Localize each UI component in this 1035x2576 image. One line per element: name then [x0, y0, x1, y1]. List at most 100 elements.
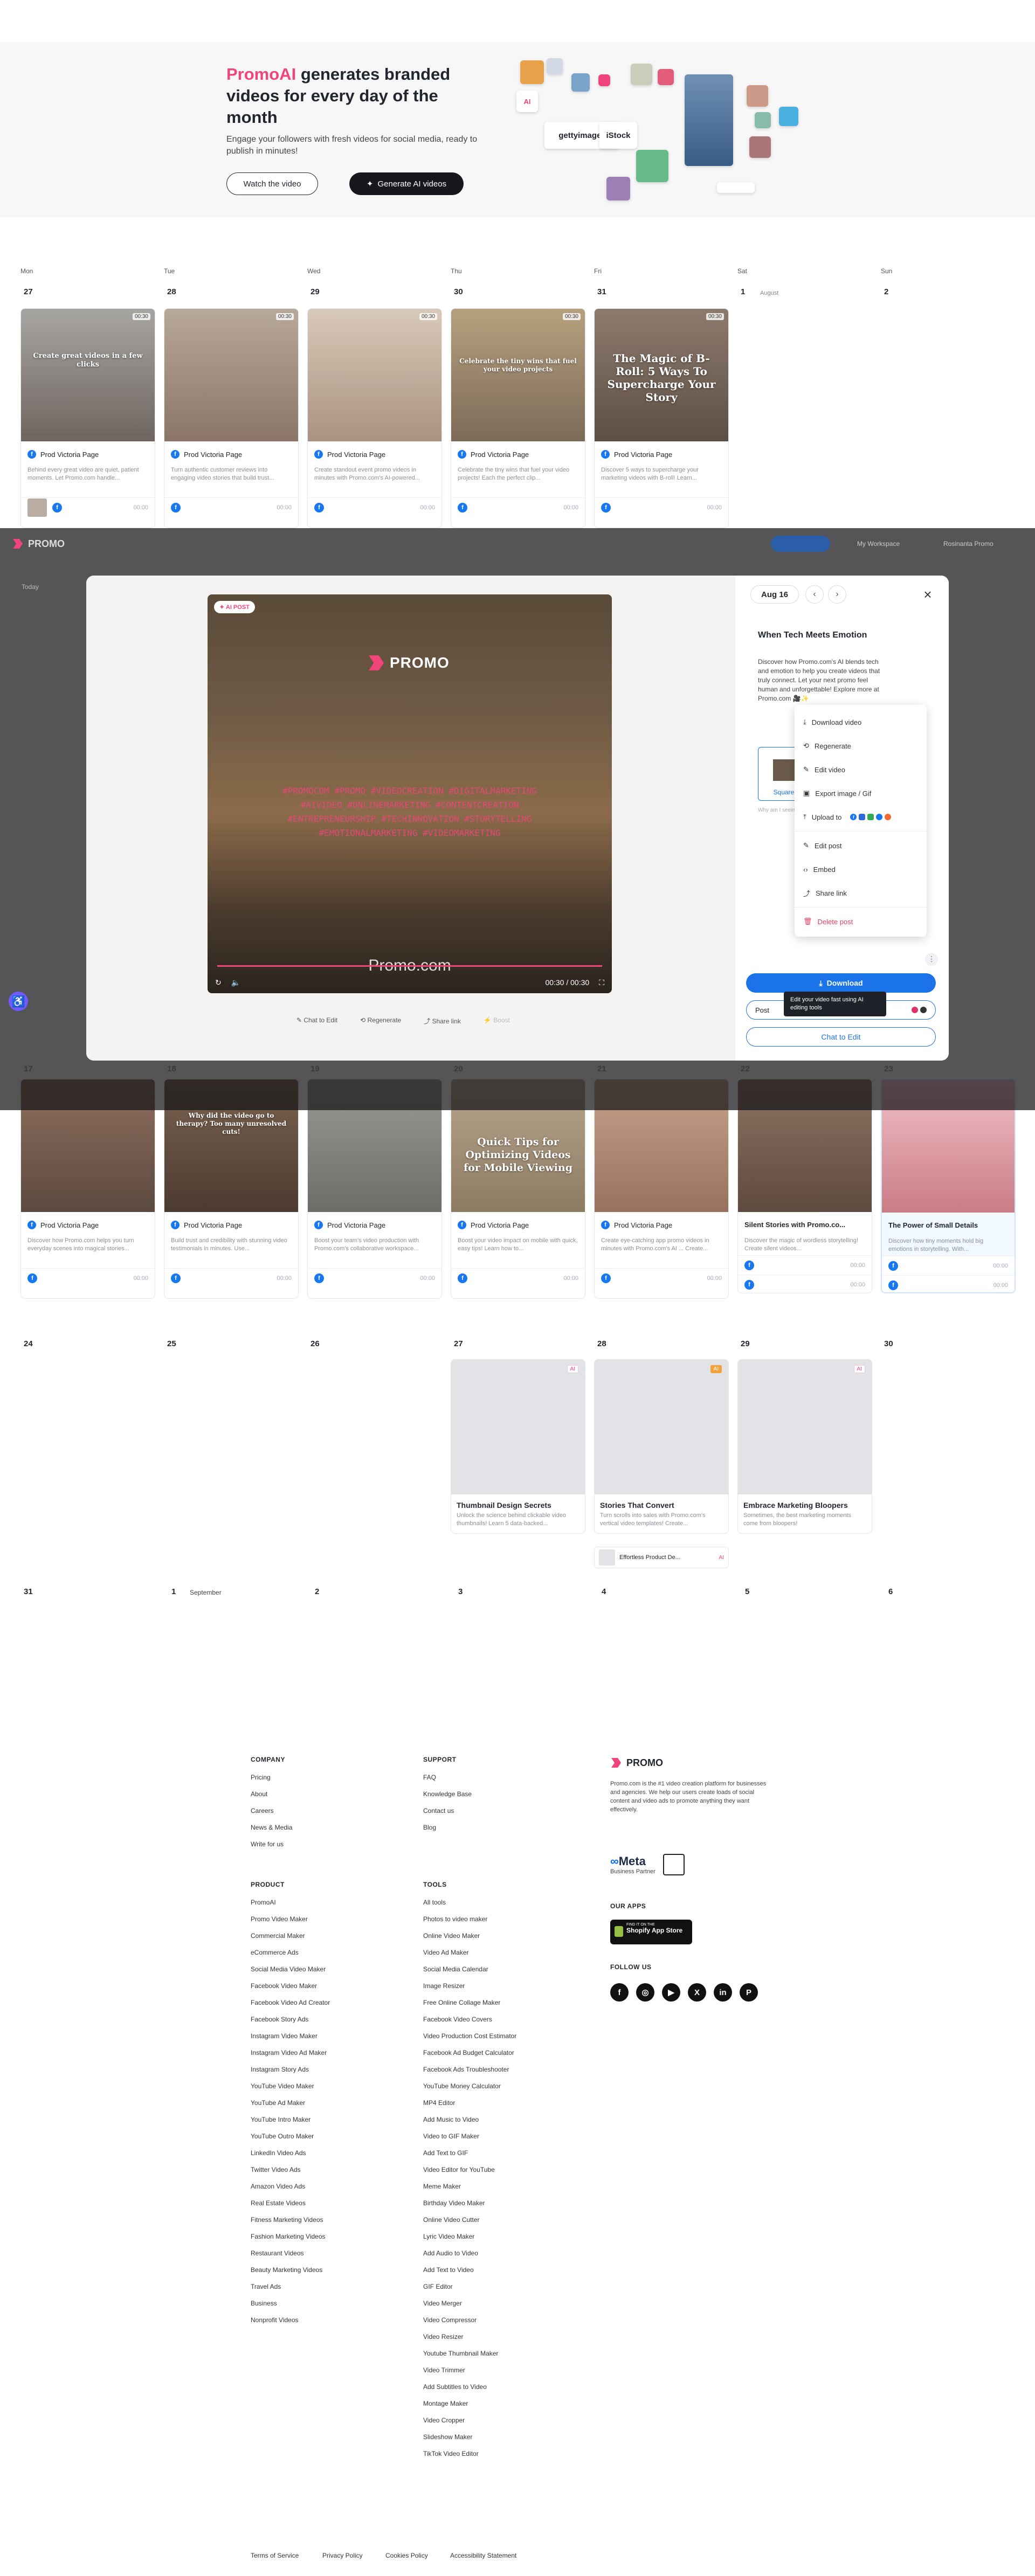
footer-link[interactable]: Knowledge Base: [423, 1786, 472, 1803]
extra-post-chip[interactable]: Effortless Product De... AI: [594, 1547, 729, 1568]
footer-link[interactable]: Promo Video Maker: [251, 1911, 330, 1928]
download-button[interactable]: ⤓ Download: [746, 973, 936, 993]
volume-icon[interactable]: 🔈: [231, 978, 240, 987]
watch-video-button[interactable]: Watch the video: [226, 172, 318, 195]
video-player[interactable]: ✦ AI POST PROMO #PROMOCOM #PROMO #VIDEOC…: [208, 594, 612, 993]
footer-link[interactable]: Image Resizer: [423, 1978, 516, 1995]
workspace-selector[interactable]: My Workspace: [857, 540, 900, 548]
regenerate-item[interactable]: ⟲ Regenerate: [795, 734, 927, 758]
post-card[interactable]: Quick Tips for Optimizing Videos for Mob…: [451, 1079, 585, 1299]
post-card[interactable]: f Prod Victoria Page Boost your team's vi…: [307, 1079, 442, 1299]
modal-backdrop[interactable]: PROMO My Workspace Rosinanta Promo Today…: [0, 528, 1035, 1110]
footer-link[interactable]: Add Audio to Video: [423, 2245, 516, 2262]
footer-link[interactable]: Instagram Video Maker: [251, 2028, 330, 2045]
footer-link[interactable]: Facebook Ad Budget Calculator: [423, 2045, 516, 2061]
footer-link[interactable]: About: [251, 1786, 292, 1803]
footer-link[interactable]: Add Text to Video: [423, 2262, 516, 2279]
prev-post-chevron-icon[interactable]: ‹: [805, 585, 824, 604]
upload-to-item[interactable]: ⤒ Upload to f: [795, 805, 927, 829]
embed-item[interactable]: ‹› Embed: [795, 857, 927, 881]
footer-link[interactable]: Facebook Video Ad Creator: [251, 1995, 330, 2011]
footer-link[interactable]: Birthday Video Maker: [423, 2195, 516, 2212]
footer-link[interactable]: Online Video Maker: [423, 1928, 516, 1944]
replay-icon[interactable]: ↻: [215, 978, 222, 987]
footer-link[interactable]: Video Resizer: [423, 2329, 516, 2345]
footer-link[interactable]: PromoAI: [251, 1894, 330, 1911]
video-progress-bar[interactable]: [217, 965, 602, 967]
footer-link[interactable]: Meme Maker: [423, 2178, 516, 2195]
post-card[interactable]: Why did the video go to therapy? Too man…: [164, 1079, 299, 1299]
footer-link[interactable]: Restaurant Videos: [251, 2245, 330, 2262]
footer-link[interactable]: Fitness Marketing Videos: [251, 2212, 330, 2228]
privacy-link[interactable]: Privacy Policy: [322, 2552, 363, 2559]
footer-link[interactable]: Slideshow Maker: [423, 2429, 516, 2446]
footer-link[interactable]: Video Merger: [423, 2295, 516, 2312]
post-card[interactable]: f Prod Victoria Page Discover how Promo.c…: [20, 1079, 155, 1299]
footer-link[interactable]: YouTube Money Calculator: [423, 2078, 516, 2095]
footer-link[interactable]: Video Ad Maker: [423, 1944, 516, 1961]
close-icon[interactable]: ×: [919, 585, 937, 604]
footer-link[interactable]: GIF Editor: [423, 2279, 516, 2295]
pinterest-icon[interactable]: P: [740, 1983, 758, 2002]
footer-link[interactable]: Pricing: [251, 1769, 292, 1786]
footer-link[interactable]: Instagram Video Ad Maker: [251, 2045, 330, 2061]
share-link-item[interactable]: ⤴ Share link: [795, 881, 927, 905]
footer-link[interactable]: Social Media Calendar: [423, 1961, 516, 1978]
footer-link[interactable]: Photos to video maker: [423, 1911, 516, 1928]
footer-link[interactable]: Facebook Ads Troubleshooter: [423, 2061, 516, 2078]
footer-link[interactable]: Facebook Story Ads: [251, 2011, 330, 2028]
post-card[interactable]: Silent Stories with Promo.co... Discover…: [737, 1079, 872, 1293]
footer-link[interactable]: Montage Maker: [423, 2395, 516, 2412]
footer-link[interactable]: Nonprofit Videos: [251, 2312, 330, 2329]
shopify-app-store-badge[interactable]: FIND IT ON THE Shopify App Store: [610, 1920, 692, 1944]
user-menu[interactable]: Rosinanta Promo: [943, 540, 993, 548]
post-card-selected[interactable]: The Power of Small Details Discover how …: [881, 1079, 1016, 1293]
post-card[interactable]: 00:30 The Magic of B-Roll: 5 Ways To Supe…: [594, 308, 729, 528]
cookies-link[interactable]: Cookies Policy: [385, 2552, 428, 2559]
post-card[interactable]: 00:30 Create great videos in a few clicks…: [20, 308, 155, 528]
footer-link[interactable]: Online Video Cutter: [423, 2212, 516, 2228]
footer-link[interactable]: Video Editor for YouTube: [423, 2162, 516, 2178]
ai-post-card[interactable]: AI Embrace Marketing Bloopers Sometimes,…: [737, 1359, 872, 1534]
accessibility-link[interactable]: Accessibility Statement: [450, 2552, 516, 2559]
footer-link[interactable]: Beauty Marketing Videos: [251, 2262, 330, 2279]
footer-link[interactable]: Video Cropper: [423, 2412, 516, 2429]
accessibility-icon[interactable]: ♿: [9, 992, 28, 1011]
post-card[interactable]: 00:30 f Prod Victoria Page Turn authentic…: [164, 308, 299, 528]
footer-link[interactable]: News & Media: [251, 1819, 292, 1836]
header-pill-button[interactable]: [771, 536, 830, 552]
footer-link[interactable]: Youtube Thumbnail Maker: [423, 2345, 516, 2362]
footer-link[interactable]: Commercial Maker: [251, 1928, 330, 1944]
chat-to-edit-button[interactable]: Chat to Edit: [746, 1027, 936, 1047]
footer-link[interactable]: Add Text to GIF: [423, 2145, 516, 2162]
post-card[interactable]: f Prod Victoria Page Create eye-catching …: [594, 1079, 729, 1299]
footer-link[interactable]: Amazon Video Ads: [251, 2178, 330, 2195]
footer-link[interactable]: Lyric Video Maker: [423, 2228, 516, 2245]
footer-link[interactable]: TikTok Video Editor: [423, 2446, 516, 2462]
footer-link[interactable]: Facebook Video Covers: [423, 2011, 516, 2028]
footer-link[interactable]: Free Online Collage Maker: [423, 1995, 516, 2011]
instagram-icon[interactable]: ◎: [636, 1983, 654, 2002]
footer-link[interactable]: YouTube Intro Maker: [251, 2111, 330, 2128]
footer-link[interactable]: MP4 Editor: [423, 2095, 516, 2111]
footer-link[interactable]: All tools: [423, 1894, 516, 1911]
footer-link[interactable]: Fashion Marketing Videos: [251, 2228, 330, 2245]
footer-link[interactable]: Real Estate Videos: [251, 2195, 330, 2212]
footer-link[interactable]: Facebook Video Maker: [251, 1978, 330, 1995]
share-link-action[interactable]: ⤴ Share link: [424, 1016, 461, 1026]
terms-link[interactable]: Terms of Service: [251, 2552, 299, 2559]
footer-link[interactable]: eCommerce Ads: [251, 1944, 330, 1961]
edit-video-item[interactable]: ✎ Edit video: [795, 758, 927, 781]
footer-link[interactable]: Blog: [423, 1819, 472, 1836]
post-card[interactable]: 00:30 Celebrate the tiny wins that fuel y…: [451, 308, 585, 528]
generate-ai-videos-button[interactable]: ✦ Generate AI videos: [349, 172, 464, 195]
footer-link[interactable]: LinkedIn Video Ads: [251, 2145, 330, 2162]
footer-link[interactable]: Business: [251, 2295, 330, 2312]
footer-link[interactable]: Contact us: [423, 1803, 472, 1819]
edit-post-item[interactable]: ✎ Edit post: [795, 834, 927, 857]
facebook-icon[interactable]: f: [610, 1983, 629, 2002]
footer-link[interactable]: Add Music to Video: [423, 2111, 516, 2128]
footer-link[interactable]: Instagram Story Ads: [251, 2061, 330, 2078]
linkedin-icon[interactable]: in: [714, 1983, 732, 2002]
delete-post-item[interactable]: 🗑 Delete post: [795, 910, 927, 933]
